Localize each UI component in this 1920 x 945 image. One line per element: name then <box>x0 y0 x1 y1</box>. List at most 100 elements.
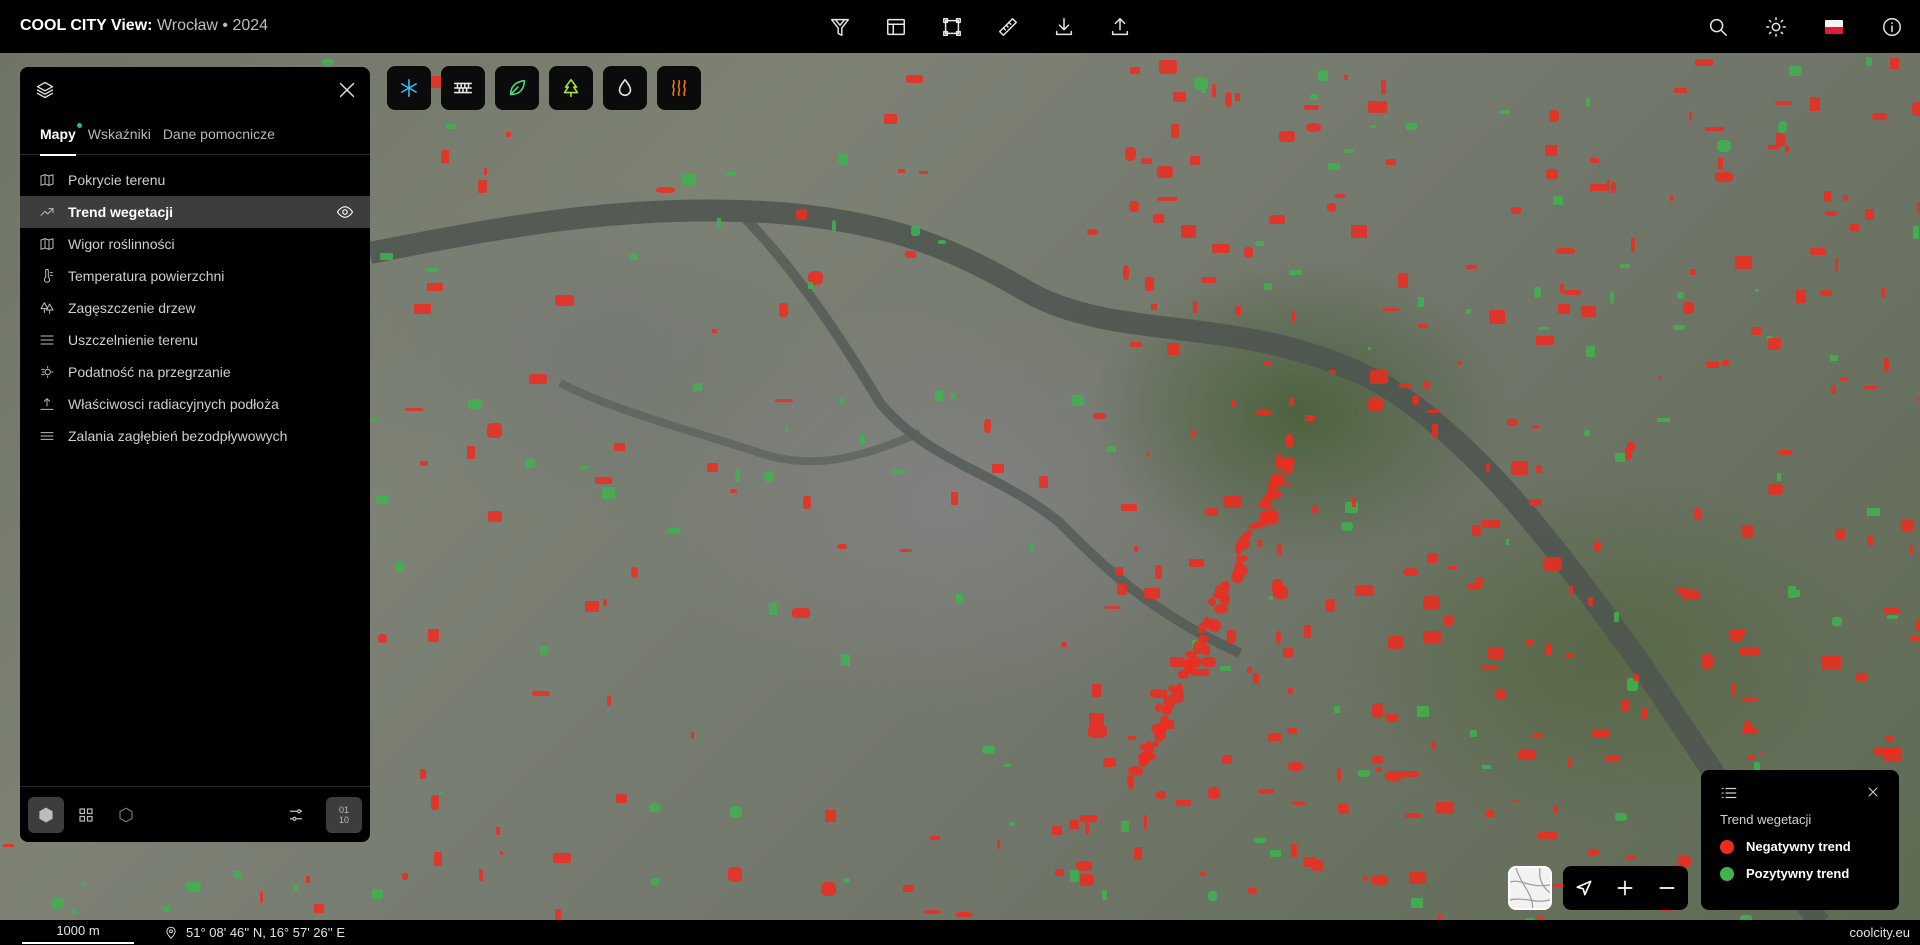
navigation-arrow-icon <box>1576 880 1592 896</box>
upload-button[interactable] <box>1102 10 1138 44</box>
trend-patch <box>186 882 201 892</box>
trend-patch <box>531 690 550 697</box>
info-button[interactable] <box>1874 10 1910 44</box>
trend-patch <box>923 910 942 914</box>
trend-patch <box>1051 825 1063 835</box>
location-pin-icon <box>166 926 176 939</box>
measure-button[interactable] <box>990 10 1026 44</box>
sealing-layer-button[interactable] <box>441 66 485 110</box>
zoom-out-button[interactable] <box>1652 873 1682 903</box>
trend-patch <box>1674 88 1688 94</box>
legend-entry-positive: Pozytywny trend <box>1701 866 1899 881</box>
trend-patch <box>1409 872 1427 885</box>
info-icon <box>1883 18 1901 36</box>
layer-item-soil-sealing[interactable]: Uszczelnienie terenu <box>20 324 370 356</box>
trend-patch <box>724 171 736 176</box>
layer-item-land-cover[interactable]: Pokrycie terenu <box>20 164 370 196</box>
trend-patch <box>1269 214 1285 224</box>
hexagon-view-button[interactable] <box>28 796 64 833</box>
filter-button[interactable] <box>822 10 858 44</box>
theme-toggle[interactable] <box>1758 10 1794 44</box>
trend-patch <box>1488 309 1505 324</box>
trend-patch <box>1093 413 1106 419</box>
tab-dane-pomocnicze[interactable]: Dane pomocnicze <box>163 113 275 155</box>
layer-item-flooding[interactable]: Zalania zagłębień bezodpływowych <box>20 420 370 452</box>
app-title-bold: COOL CITY View: <box>20 17 153 34</box>
hexagon-outline-button[interactable] <box>108 797 144 833</box>
trend-patch <box>1865 56 1872 67</box>
trend-patch <box>1556 248 1575 255</box>
trend-patch <box>1910 636 1920 641</box>
layer-item-vegetation-vigor[interactable]: Wigor roślinności <box>20 228 370 260</box>
download-button[interactable] <box>1046 10 1082 44</box>
trend-patch <box>1225 92 1232 107</box>
sort-number-button[interactable]: 01 10 <box>326 796 362 833</box>
locate-button[interactable] <box>1569 873 1599 903</box>
layer-item-radiation-properties[interactable]: Właściwosci radiacyjnych podłoża <box>20 388 370 420</box>
trend-patch <box>1567 757 1572 767</box>
grid-view-button[interactable] <box>68 797 104 833</box>
select-area-button[interactable] <box>934 10 970 44</box>
basemap-switcher[interactable] <box>1508 866 1552 910</box>
trend-patch <box>1585 346 1596 357</box>
settings-sliders-button[interactable] <box>278 797 314 833</box>
trend-patch <box>1482 520 1500 528</box>
trend-patch <box>774 398 794 403</box>
layout-button[interactable] <box>878 10 914 44</box>
trend-patch <box>1350 225 1367 238</box>
trend-patch <box>1282 647 1293 657</box>
trees-layer-button[interactable] <box>549 66 593 110</box>
trend-patch <box>1247 887 1257 895</box>
trend-patch <box>1657 417 1670 423</box>
layer-item-label: Zagęszczenie drzew <box>68 300 196 316</box>
water-layer-button[interactable] <box>603 66 647 110</box>
trend-patch <box>1777 120 1788 133</box>
trend-patch <box>1569 584 1573 595</box>
tab-mapy[interactable]: Mapy <box>40 113 82 156</box>
close-icon <box>1868 787 1878 797</box>
trend-patch <box>1357 770 1370 777</box>
zoom-in-button[interactable] <box>1610 873 1640 903</box>
trend-patch <box>1269 472 1286 487</box>
search-icon <box>1709 18 1727 36</box>
legend-title: Trend wegetacji <box>1720 812 1812 827</box>
search-button[interactable] <box>1700 10 1736 44</box>
cooling-layer-button[interactable] <box>387 66 431 110</box>
trend-patch <box>1823 191 1831 202</box>
trend-patch <box>1029 542 1034 551</box>
trend-patch <box>375 494 390 505</box>
number-top: 01 <box>338 804 349 815</box>
top-bar: COOL CITY View: Wrocław • 2024 <box>0 0 1920 53</box>
close-panel-button[interactable] <box>334 77 360 103</box>
language-button[interactable] <box>1816 10 1852 44</box>
trend-patch <box>1227 630 1237 644</box>
layer-item-overheating[interactable]: Podatność na przegrzanie <box>20 356 370 388</box>
trend-patch <box>405 407 424 411</box>
site-link[interactable]: coolcity.eu <box>1850 925 1910 940</box>
trend-patch <box>1672 325 1686 330</box>
visibility-eye-icon[interactable] <box>336 203 354 221</box>
trend-patch <box>1886 614 1898 620</box>
trend-patch <box>1309 94 1319 100</box>
trend-patch <box>898 169 906 174</box>
layer-item-vegetation-trend[interactable]: Trend wegetacji <box>20 196 370 228</box>
close-legend-button[interactable] <box>1865 784 1881 800</box>
layer-item-surface-temperature[interactable]: Temperatura powierzchni <box>20 260 370 292</box>
heat-layer-button[interactable] <box>657 66 701 110</box>
trend-patch <box>1864 386 1877 390</box>
trend-patch <box>1375 766 1382 773</box>
trend-patch <box>1588 597 1593 606</box>
panel-footer: 01 10 <box>20 786 370 842</box>
trend-patch <box>1427 553 1438 564</box>
trend-patch <box>1529 498 1543 507</box>
trend-patch <box>1192 301 1197 314</box>
vegetation-layer-button[interactable] <box>495 66 539 110</box>
trend-patch <box>1085 820 1090 836</box>
trend-patch <box>1466 309 1472 315</box>
trend-patch <box>594 476 612 484</box>
trend-patch <box>1268 595 1273 601</box>
cursor-coordinates: 51° 08' 46'' N, 16° 57' 26'' E <box>164 925 345 940</box>
tab-wskazniki[interactable]: Wskaźniki <box>88 113 151 155</box>
layer-item-tree-density[interactable]: Zagęszczenie drzew <box>20 292 370 324</box>
trend-patch <box>1292 800 1307 805</box>
